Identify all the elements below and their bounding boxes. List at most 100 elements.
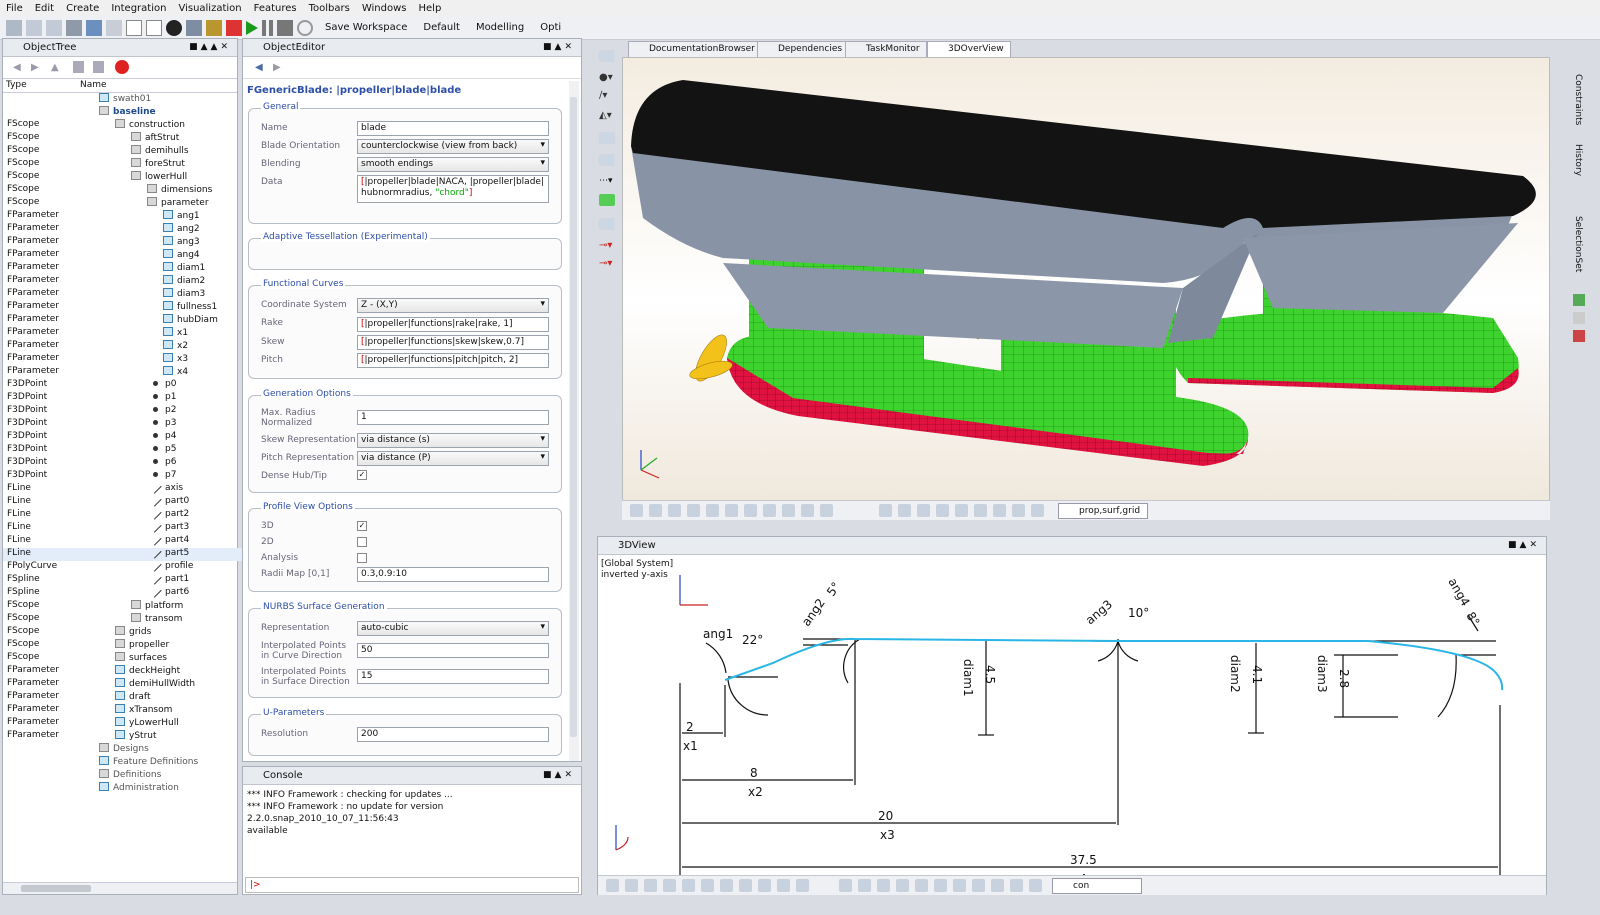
back-icon[interactable]: ◀: [255, 62, 263, 73]
view-icon[interactable]: [599, 50, 615, 62]
tree-row[interactable]: F3DPoint p3: [3, 418, 243, 431]
tree-row[interactable]: FScope foreStrut: [3, 158, 243, 171]
rake-field[interactable]: [|propeller|functions|rake|rake, 1]: [357, 317, 549, 332]
menu-create[interactable]: Create: [66, 3, 99, 14]
tree-row[interactable]: FParameter ang2: [3, 223, 243, 236]
stop-icon[interactable]: [166, 19, 182, 36]
constraints-tab[interactable]: Constraints: [1573, 74, 1583, 125]
tree-row[interactable]: FScope dimensions: [3, 184, 243, 197]
window-icon[interactable]: [146, 19, 162, 36]
name-column-header[interactable]: Name: [80, 80, 107, 90]
menu-integration[interactable]: Integration: [111, 3, 166, 14]
tree-row[interactable]: FParameter draft: [3, 691, 243, 704]
up-icon[interactable]: ▲: [51, 62, 59, 73]
data-field[interactable]: [|propeller|blade|NACA, |propeller|blade…: [357, 175, 549, 203]
tab-3doverview[interactable]: 3DOverView: [927, 41, 1011, 57]
type-column-header[interactable]: Type: [6, 80, 27, 90]
save-workspace-button[interactable]: Save Workspace: [325, 22, 407, 33]
tree-row[interactable]: FScope transom: [3, 613, 243, 626]
select-icon[interactable]: [6, 19, 22, 36]
tree-row[interactable]: baseline: [3, 106, 243, 119]
play-icon[interactable]: [246, 20, 258, 35]
tree-row[interactable]: FSpline part6: [3, 586, 243, 600]
tree-row[interactable]: F3DPoint p6: [3, 457, 243, 470]
profile-drawing[interactable]: ang1 22° ang2 5° ang3 10° ang4 8° diam1 …: [598, 555, 1546, 875]
tree-row[interactable]: F3DPoint p5: [3, 444, 243, 457]
name-field[interactable]: blade: [357, 121, 549, 136]
editor-scrollbar[interactable]: [569, 81, 579, 761]
green-icon[interactable]: [1573, 294, 1585, 306]
pause-icon[interactable]: [262, 19, 273, 36]
tree-row[interactable]: FParameter x4: [3, 366, 243, 379]
menu-file[interactable]: File: [6, 3, 23, 14]
tree-row[interactable]: F3DPoint p4: [3, 431, 243, 444]
menu-windows[interactable]: Windows: [362, 3, 407, 14]
tree-row[interactable]: FScope construction: [3, 119, 243, 132]
menu-visualization[interactable]: Visualization: [178, 3, 241, 14]
tree-row[interactable]: Definitions: [3, 769, 243, 782]
tree-row[interactable]: Administration: [3, 782, 243, 795]
tree-row[interactable]: FParameter deckHeight: [3, 665, 243, 678]
tree-row[interactable]: FParameter xTransom: [3, 704, 243, 717]
tree-row[interactable]: FLine part4: [3, 534, 243, 548]
refresh-icon[interactable]: [297, 19, 313, 36]
tree-row[interactable]: FScope grids: [3, 626, 243, 639]
tree-row[interactable]: FLine part3: [3, 521, 243, 535]
pitch-rep-select[interactable]: via distance (P): [357, 451, 549, 466]
tree-row[interactable]: FParameter yLowerHull: [3, 717, 243, 730]
opti-perspective-button[interactable]: Opti: [540, 22, 561, 33]
tree-row[interactable]: FScope lowerHull: [3, 171, 243, 184]
red-icon[interactable]: [1573, 330, 1585, 342]
stop-square-icon[interactable]: [277, 19, 293, 36]
tree-row[interactable]: FLine axis: [3, 482, 243, 496]
tree-row[interactable]: FScope surfaces: [3, 652, 243, 665]
tree-row[interactable]: F3DPoint p0: [3, 379, 243, 392]
menu-features[interactable]: Features: [254, 3, 297, 14]
undo-icon[interactable]: [26, 19, 42, 36]
curve-points-field[interactable]: 50: [357, 643, 549, 658]
3d-overview-viewport[interactable]: [622, 57, 1550, 501]
tab-documentation[interactable]: DocumentationBrowser: [628, 41, 762, 57]
record-icon[interactable]: [226, 19, 242, 36]
tree-row[interactable]: FScope aftStrut: [3, 132, 243, 145]
folder-icon[interactable]: [86, 19, 102, 36]
tab-taskmonitor[interactable]: TaskMonitor: [845, 41, 927, 57]
tree-row[interactable]: swath01: [3, 93, 243, 106]
tree-row[interactable]: FParameter ang3: [3, 236, 243, 249]
panel-controls[interactable]: ■▲▲✕: [189, 42, 231, 52]
grid-icon[interactable]: [599, 194, 615, 206]
tree-row[interactable]: FParameter fullness1: [3, 301, 243, 314]
tree-row[interactable]: FParameter diam3: [3, 288, 243, 301]
horizontal-scrollbar[interactable]: [3, 882, 237, 894]
radii-field[interactable]: 0.3,0.9:10: [357, 567, 549, 582]
tree-row[interactable]: F3DPoint p7: [3, 470, 243, 483]
console-input[interactable]: |>: [245, 877, 579, 893]
skew-rep-select[interactable]: via distance (s): [357, 433, 549, 448]
table-icon[interactable]: [599, 218, 615, 230]
tree-row[interactable]: FParameter diam2: [3, 275, 243, 288]
orientation-select[interactable]: counterclockwise (view from back): [357, 139, 549, 154]
arrow-red-icon[interactable]: ⊸▾: [599, 240, 615, 252]
panel-controls[interactable]: ■▲✕: [543, 770, 575, 780]
selectionset-tab[interactable]: SelectionSet: [1573, 216, 1583, 272]
plane-icon[interactable]: [599, 132, 615, 144]
user-icon[interactable]: [66, 19, 82, 36]
point-icon[interactable]: ●▾: [599, 72, 615, 84]
curve-icon[interactable]: ∕▾: [599, 90, 615, 102]
surface-icon[interactable]: ◭▾: [599, 110, 615, 122]
view-3d-checkbox[interactable]: ✓: [357, 521, 367, 531]
resolution-field[interactable]: 200: [357, 727, 549, 742]
representation-select[interactable]: auto-cubic: [357, 621, 549, 636]
paste-icon[interactable]: [93, 61, 104, 73]
tree-row[interactable]: FSpline part1: [3, 573, 243, 587]
view-2d-checkbox[interactable]: [357, 537, 367, 547]
tree-row[interactable]: FParameter ang1: [3, 210, 243, 223]
dotted-icon[interactable]: ⋯▾: [599, 176, 615, 188]
solid-icon[interactable]: [599, 154, 615, 166]
save-all-icon[interactable]: [206, 19, 222, 36]
tree-row[interactable]: F3DPoint p2: [3, 405, 243, 418]
tree-row[interactable]: FParameter x1: [3, 327, 243, 340]
history-tab[interactable]: History: [1573, 144, 1583, 176]
menu-help[interactable]: Help: [419, 3, 442, 14]
tree-row[interactable]: FParameter demiHullWidth: [3, 678, 243, 691]
